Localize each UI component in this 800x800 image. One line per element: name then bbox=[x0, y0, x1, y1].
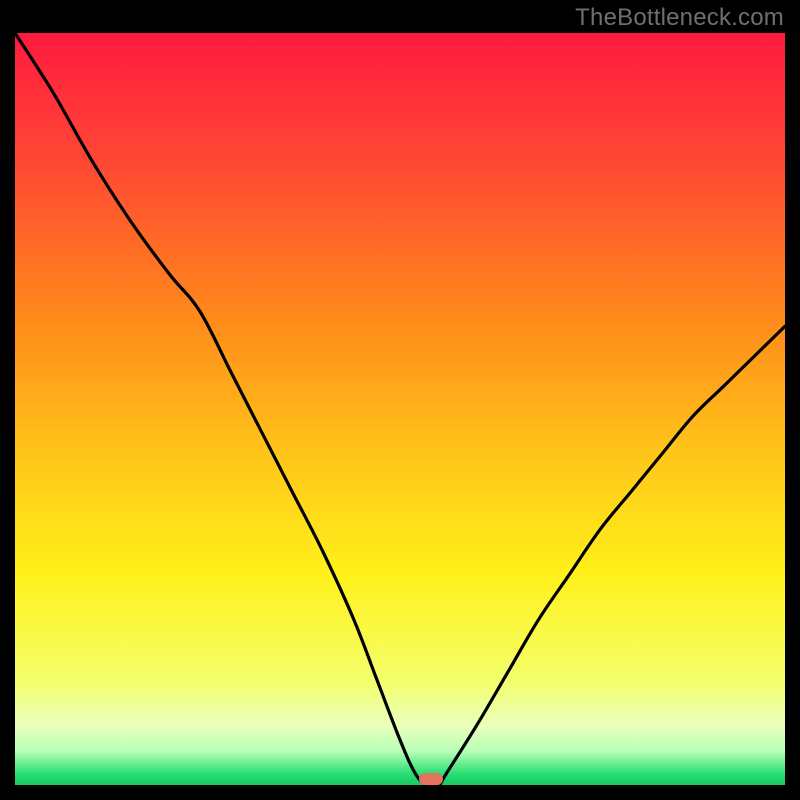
plot-area bbox=[15, 33, 785, 785]
watermark-text: TheBottleneck.com bbox=[575, 4, 784, 32]
bottleneck-chart bbox=[15, 33, 785, 785]
chart-stage: TheBottleneck.com bbox=[0, 0, 800, 800]
gradient-background bbox=[15, 33, 785, 785]
optimum-marker bbox=[419, 773, 443, 785]
